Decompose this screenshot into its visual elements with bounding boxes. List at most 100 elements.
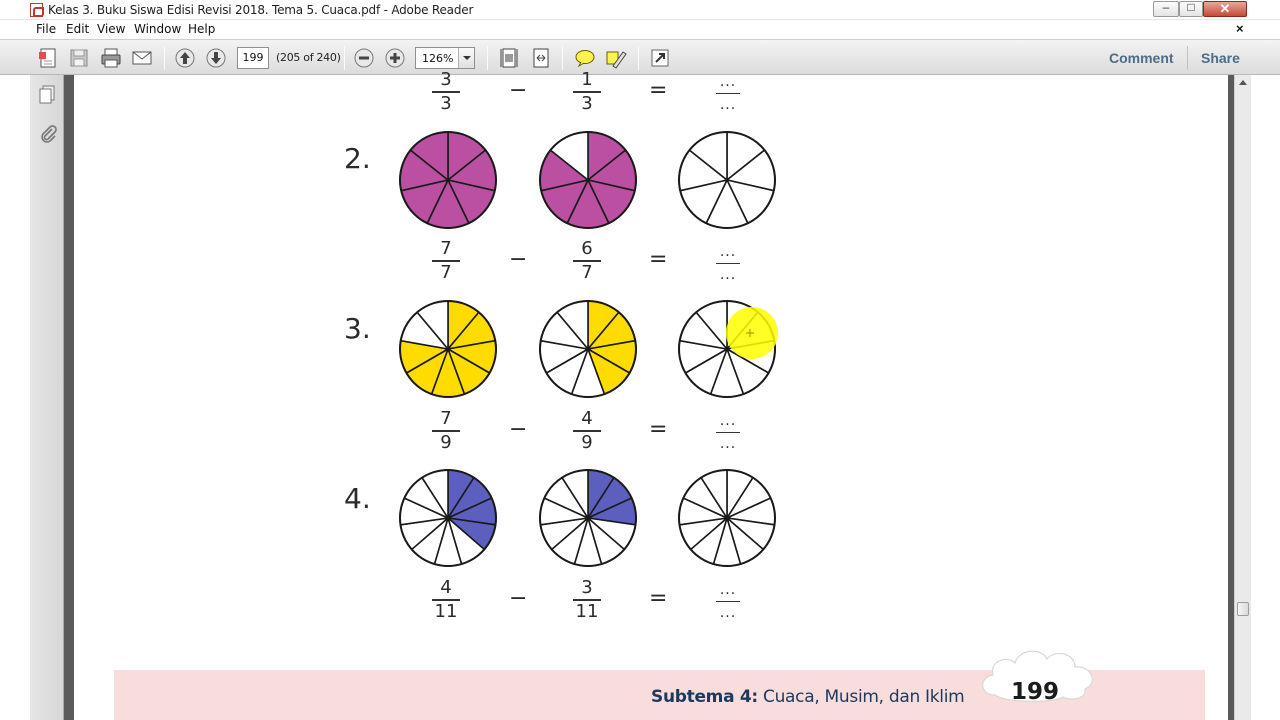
maximize-icon: □: [1187, 0, 1195, 14]
denominator: 3: [581, 93, 593, 114]
print-icon[interactable]: [99, 46, 123, 70]
close-icon: ✕: [1219, 1, 1231, 16]
fraction-pie: [539, 469, 637, 567]
scroll-up-icon[interactable]: [1239, 80, 1247, 85]
fit-page-icon[interactable]: [497, 46, 521, 70]
zoom-select[interactable]: 126%: [415, 47, 475, 69]
fraction-pie: [399, 469, 497, 567]
fraction-bar: [716, 432, 740, 433]
equals-sign: =: [649, 247, 668, 272]
right-gutter: [1251, 75, 1280, 720]
close-window-button[interactable]: ✕: [1203, 1, 1247, 17]
menu-view[interactable]: View: [97, 22, 125, 36]
vertical-scrollbar[interactable]: [1234, 75, 1251, 720]
menu-file[interactable]: File: [36, 22, 56, 36]
fraction-4a: 4 11: [426, 578, 466, 622]
maximize-button[interactable]: □: [1179, 0, 1203, 17]
fraction-1a: 33: [426, 70, 466, 114]
equals-sign: =: [649, 417, 668, 442]
problem-number: 4.: [344, 482, 371, 515]
fraction-2a: 77: [426, 239, 466, 283]
toolbar-separator: [562, 46, 563, 70]
comment-button[interactable]: Comment: [1109, 50, 1174, 66]
menu-help[interactable]: Help: [188, 22, 215, 36]
denominator: 11: [575, 601, 599, 622]
minus-sign: −: [509, 78, 528, 103]
denominator: 7: [440, 262, 452, 283]
minus-sign: −: [509, 247, 528, 272]
window-title: Kelas 3. Buku Siswa Edisi Revisi 2018. T…: [48, 3, 474, 17]
menu-edit[interactable]: Edit: [66, 22, 89, 36]
numerator: 6: [581, 238, 593, 259]
share-button[interactable]: Share: [1201, 50, 1240, 66]
zoom-value: 126%: [422, 52, 454, 65]
fraction-pie: [399, 131, 497, 229]
fraction-bar: [716, 93, 740, 94]
numerator: ...: [719, 74, 737, 90]
fraction-pie: [678, 131, 776, 229]
fraction-bar: [716, 601, 740, 602]
attachments-icon[interactable]: [37, 123, 59, 145]
minimize-button[interactable]: –: [1153, 0, 1179, 17]
next-page-icon[interactable]: [204, 46, 228, 70]
zoom-in-icon[interactable]: [383, 46, 407, 70]
page-count-label: (205 of 240): [276, 51, 341, 64]
toolbar-separator: [344, 46, 345, 70]
menu-window[interactable]: Window: [134, 22, 181, 36]
full-screen-icon[interactable]: [648, 46, 672, 70]
toolbar-separator: [1187, 46, 1188, 70]
equals-sign: =: [649, 78, 668, 103]
fraction-3a: 79: [426, 409, 466, 453]
fraction-pie: [399, 300, 497, 398]
menu-bar: File Edit View Window Help ×: [0, 20, 1280, 39]
numerator: 1: [581, 69, 593, 90]
navigation-panel: [30, 75, 64, 720]
fraction-pie: [678, 469, 776, 567]
title-bar: Kelas 3. Buku Siswa Edisi Revisi 2018. T…: [0, 0, 1280, 20]
numerator: 7: [440, 238, 452, 259]
numerator: 3: [581, 577, 593, 598]
denominator: 11: [434, 601, 458, 622]
create-pdf-icon[interactable]: [36, 46, 60, 70]
save-icon[interactable]: [67, 46, 91, 70]
close-document-icon[interactable]: ×: [1236, 21, 1244, 36]
numerator: 3: [440, 69, 452, 90]
fraction-pie: [539, 300, 637, 398]
page-thumbnails-icon[interactable]: [37, 83, 59, 105]
numerator: ...: [719, 244, 737, 260]
toolbar-separator: [487, 46, 488, 70]
zoom-out-icon[interactable]: [352, 46, 376, 70]
pdf-page: [74, 75, 1228, 720]
denominator: ...: [719, 97, 737, 113]
left-gutter: [0, 75, 30, 720]
fraction-3b: 49: [567, 409, 607, 453]
fraction-pie: [539, 131, 637, 229]
toolbar-separator: [638, 46, 639, 70]
page-number-input[interactable]: 199: [237, 47, 269, 69]
answer-fraction-2: ......: [708, 242, 748, 285]
denominator: ...: [719, 436, 737, 452]
document-view[interactable]: [64, 75, 1234, 720]
mouse-cursor-highlight: [726, 307, 778, 359]
answer-fraction-1: ......: [708, 72, 748, 115]
denominator: 9: [581, 432, 593, 453]
adobe-reader-icon: [30, 3, 44, 17]
equals-sign: =: [649, 586, 668, 611]
numerator: 7: [440, 408, 452, 429]
email-icon[interactable]: [130, 46, 154, 70]
scrollbar-thumb[interactable]: [1237, 602, 1249, 616]
sticky-note-icon[interactable]: [573, 46, 597, 70]
denominator: 3: [440, 93, 452, 114]
answer-fraction-4: ......: [708, 580, 748, 623]
fraction-bar: [716, 263, 740, 264]
denominator: ...: [719, 267, 737, 283]
fraction-2b: 67: [567, 239, 607, 283]
previous-page-icon[interactable]: [173, 46, 197, 70]
minus-sign: −: [509, 586, 528, 611]
denominator: 9: [440, 432, 452, 453]
denominator: 7: [581, 262, 593, 283]
fit-width-icon[interactable]: [529, 46, 553, 70]
highlight-text-icon[interactable]: [604, 46, 628, 70]
chevron-down-icon[interactable]: [458, 48, 474, 68]
numerator: 4: [440, 577, 452, 598]
